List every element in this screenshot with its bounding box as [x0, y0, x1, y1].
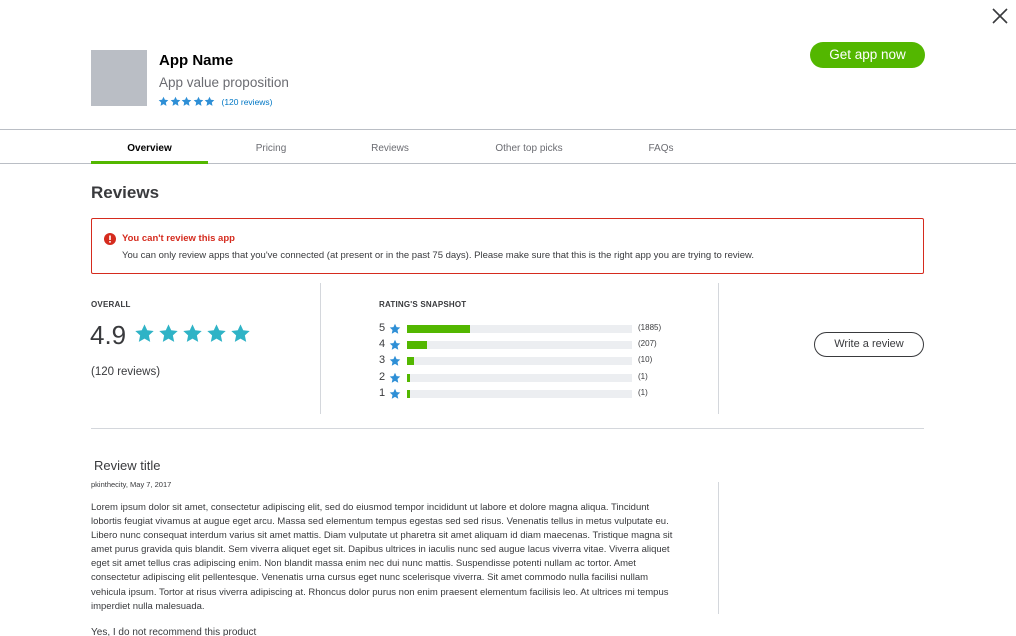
star-icon — [389, 355, 401, 366]
alert-banner: You can't review this app You can only r… — [91, 218, 924, 274]
star-icon — [170, 96, 180, 106]
overall-score: 4.9 — [90, 320, 127, 350]
get-app-button[interactable]: Get app now — [810, 42, 925, 68]
star-icon — [389, 371, 401, 383]
snapshot-count: (10) — [638, 355, 653, 364]
review-recommendation: Yes, I do not recommend this product — [91, 627, 257, 636]
star-icon — [389, 372, 401, 383]
star-icon — [389, 354, 401, 366]
star-icon — [181, 96, 192, 106]
star-icon — [389, 338, 401, 350]
snapshot-row: 4 (207) — [379, 337, 679, 351]
star-icon — [158, 96, 169, 106]
app-rating-stars — [158, 96, 216, 107]
review-count-link[interactable]: (120 reviews) — [222, 97, 273, 107]
snapshot-row: 1 (1) — [379, 386, 679, 400]
snapshot-count: (1885) — [638, 323, 662, 332]
star-icon — [389, 388, 401, 399]
snapshot-bar-fill — [407, 374, 410, 382]
overall-label: OVERALL — [91, 300, 131, 309]
snapshot-bar-fill — [407, 341, 427, 349]
snapshot-bar-track — [407, 341, 632, 349]
section-title: Reviews — [91, 183, 160, 202]
app-logo — [91, 50, 147, 106]
snapshot-star-level: 2 — [379, 371, 386, 383]
divider — [718, 283, 719, 414]
snapshot-star-level: 4 — [379, 338, 386, 350]
review-body: Lorem ipsum dolor sit amet, consectetur … — [91, 502, 673, 612]
star-icon — [389, 339, 401, 350]
snapshot-row: 5 (1885) — [379, 321, 679, 335]
overall-review-count: (120 reviews) — [91, 366, 161, 378]
alert-icon — [104, 233, 116, 245]
app-name: App Name — [159, 52, 234, 69]
app-value-proposition: App value proposition — [159, 75, 289, 90]
star-icon — [183, 324, 202, 342]
overall-stars — [134, 323, 251, 344]
snapshot-label: RATING'S SNAPSHOT — [379, 300, 467, 309]
snapshot-star-level: 3 — [379, 354, 386, 366]
snapshot-bar-track — [407, 374, 632, 382]
star-icon — [231, 324, 250, 342]
app-header: App Name App value proposition (120 revi… — [0, 0, 1016, 130]
divider — [91, 428, 924, 429]
snapshot-bar-track — [407, 325, 632, 333]
star-icon — [193, 96, 203, 106]
divider — [718, 482, 719, 614]
snapshot-bar-fill — [407, 325, 470, 333]
review-title: Review title — [94, 458, 161, 473]
tab-other-top-picks[interactable]: Other top picks — [479, 130, 579, 164]
snapshot-star-level: 5 — [379, 322, 386, 334]
alert-message: You can only review apps that you've con… — [122, 250, 754, 261]
snapshot-count: (207) — [638, 339, 657, 348]
star-icon — [207, 324, 226, 342]
star-icon — [389, 387, 401, 399]
snapshot-count: (1) — [638, 372, 648, 381]
star-icon — [204, 96, 215, 106]
star-icon — [389, 322, 401, 334]
snapshot-row: 2 (1) — [379, 370, 679, 384]
star-icon — [159, 324, 178, 342]
tab-pricing[interactable]: Pricing — [231, 130, 311, 164]
write-review-button[interactable]: Write a review — [814, 332, 924, 357]
alert-title: You can't review this app — [122, 233, 235, 244]
snapshot-count: (1) — [638, 388, 648, 397]
snapshot-row: 3 (10) — [379, 353, 679, 367]
tab-overview[interactable]: Overview — [91, 130, 208, 164]
snapshot-bar-track — [407, 390, 632, 398]
snapshot-bar-track — [407, 357, 632, 365]
star-icon — [135, 324, 154, 342]
snapshot-bar-fill — [407, 390, 410, 398]
review-meta: pkinthecity, May 7, 2017 — [91, 480, 172, 489]
divider — [320, 283, 321, 414]
tab-reviews[interactable]: Reviews — [350, 130, 430, 164]
tab-faqs[interactable]: FAQs — [631, 130, 691, 164]
app-rating: (120 reviews) — [158, 96, 273, 107]
star-icon — [389, 323, 401, 334]
snapshot-bar-fill — [407, 357, 414, 365]
tab-bar: Overview Pricing Reviews Other top picks… — [0, 130, 1016, 164]
snapshot-star-level: 1 — [379, 387, 386, 399]
